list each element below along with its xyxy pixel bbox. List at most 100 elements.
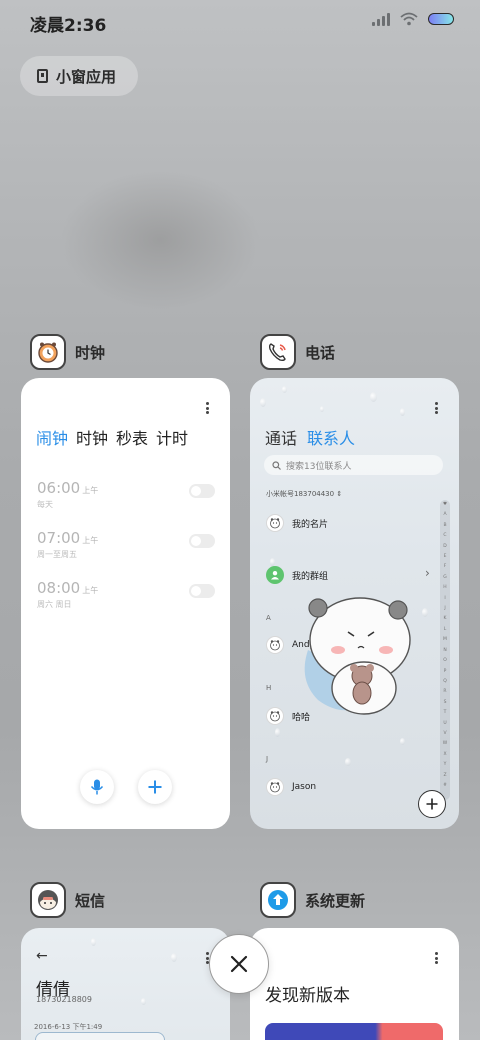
index-letter[interactable]: L xyxy=(444,625,447,635)
tab-timer[interactable]: 计时 xyxy=(156,425,188,449)
section-letter: H xyxy=(266,684,272,692)
more-options-icon[interactable] xyxy=(206,402,210,416)
index-letter[interactable]: F xyxy=(444,562,447,572)
index-letter[interactable]: O xyxy=(443,656,447,666)
index-letter[interactable]: I xyxy=(444,594,445,604)
alarm-toggle[interactable] xyxy=(189,534,215,548)
index-letter[interactable]: N xyxy=(443,646,446,656)
microphone-icon xyxy=(90,779,104,795)
add-alarm-button[interactable] xyxy=(138,770,172,804)
alarm-ampm: 上午 xyxy=(82,586,99,595)
status-bar: 凌晨2:36 xyxy=(0,0,480,40)
section-letter: A xyxy=(266,614,271,622)
alarm-item[interactable]: 06:00 上午 每天 xyxy=(37,479,217,513)
update-app-header[interactable]: 系统更新 xyxy=(260,882,365,918)
account-selector[interactable]: 小米帐号183704430 ⇕ xyxy=(266,489,342,499)
tab-calls[interactable]: 通话 xyxy=(265,425,297,449)
tab-alarm[interactable]: 闹钟 xyxy=(36,425,68,449)
alarm-time: 08:00 xyxy=(37,579,81,597)
index-letter[interactable]: H xyxy=(443,583,446,593)
alarm-item[interactable]: 08:00 上午 周六 周日 xyxy=(37,579,217,613)
index-letter[interactable]: A xyxy=(443,510,446,520)
floating-windows-label: 小窗应用 xyxy=(56,67,117,86)
swap-icon: ⇕ xyxy=(336,490,343,498)
phone-app-header[interactable]: 电话 xyxy=(260,334,335,370)
avatar xyxy=(266,514,284,532)
clock-app-icon xyxy=(30,334,66,370)
system-update-app-card[interactable]: 发现新版本 xyxy=(250,928,459,1040)
index-letter[interactable]: Y xyxy=(444,760,447,770)
index-letter[interactable]: M xyxy=(443,635,447,645)
index-letter[interactable]: U xyxy=(443,719,446,729)
voice-alarm-button[interactable] xyxy=(80,770,114,804)
index-letter[interactable]: D xyxy=(443,542,446,552)
index-letter[interactable]: Q xyxy=(443,677,447,687)
section-letter: J xyxy=(266,755,269,763)
alarm-time: 07:00 xyxy=(37,529,81,547)
list-item[interactable]: 我的群组 xyxy=(266,566,328,584)
index-letter[interactable]: V xyxy=(443,729,446,739)
clock-app-card[interactable]: 闹钟 时钟 秒表 计时 06:00 上午 每天 07:00 上午 周一至周五 0… xyxy=(21,378,230,829)
clock-app-header[interactable]: 时钟 xyxy=(30,334,105,370)
update-banner xyxy=(265,1023,443,1040)
avatar xyxy=(266,778,284,796)
sms-app-header[interactable]: 短信 xyxy=(30,882,105,918)
phone-app-icon xyxy=(260,334,296,370)
tab-clock[interactable]: 时钟 xyxy=(76,425,108,449)
index-letter[interactable]: C xyxy=(443,531,446,541)
index-letter[interactable]: J xyxy=(444,604,445,614)
alarm-ampm: 上午 xyxy=(82,536,99,545)
update-app-name: 系统更新 xyxy=(305,891,366,910)
index-letter[interactable]: R xyxy=(443,687,446,697)
system-update-app-icon xyxy=(260,882,296,918)
index-letter[interactable]: K xyxy=(444,614,447,624)
contact-search-input[interactable]: 搜索13位联系人 xyxy=(264,455,443,475)
phone-app-card[interactable]: 通话 联系人 搜索13位联系人 小米帐号183704430 ⇕ 我的名片 我的群… xyxy=(250,378,459,829)
list-item[interactable]: Jason xyxy=(266,778,316,796)
avatar xyxy=(266,636,284,654)
clock-tabs: 闹钟 时钟 秒表 计时 xyxy=(36,425,188,449)
list-item[interactable]: 我的名片 xyxy=(266,514,328,532)
index-letter[interactable]: B xyxy=(443,521,446,531)
floating-windows-button[interactable]: 小窗应用 xyxy=(20,56,138,96)
index-letter[interactable]: X xyxy=(443,750,446,760)
tab-contacts[interactable]: 联系人 xyxy=(307,425,355,449)
index-letter[interactable]: G xyxy=(443,573,447,583)
tab-stopwatch[interactable]: 秒表 xyxy=(116,425,148,449)
index-letter[interactable]: W xyxy=(443,739,447,749)
alarm-toggle[interactable] xyxy=(189,484,215,498)
avatar xyxy=(266,707,284,725)
group-icon xyxy=(266,566,284,584)
alphabet-index-bar[interactable]: ♥ A B C D E F G H I J K L M N O P Q R S T U V W X Y Z # xyxy=(440,500,450,800)
alarm-days: 每天 xyxy=(37,500,53,509)
conversation-contact-number: 18730218809 xyxy=(36,995,92,1004)
search-placeholder: 搜索13位联系人 xyxy=(286,461,352,472)
index-letter[interactable]: # xyxy=(443,781,447,791)
index-letter[interactable]: ♥ xyxy=(443,500,447,510)
bear-wallpaper-illustration xyxy=(304,597,411,715)
status-time: 凌晨2:36 xyxy=(30,16,107,36)
phone-app-name: 电话 xyxy=(305,343,336,362)
index-letter[interactable]: P xyxy=(444,667,447,677)
background-blur xyxy=(60,170,260,310)
index-letter[interactable]: Z xyxy=(443,771,446,781)
index-letter[interactable]: S xyxy=(444,698,447,708)
battery-icon xyxy=(428,13,454,25)
plus-icon xyxy=(148,780,162,794)
status-icons xyxy=(372,12,454,26)
alarm-toggle[interactable] xyxy=(189,584,215,598)
more-options-icon[interactable] xyxy=(435,952,439,966)
more-options-icon[interactable] xyxy=(435,402,439,416)
chevron-right-icon: › xyxy=(425,566,430,580)
back-arrow-icon[interactable]: ← xyxy=(36,948,48,964)
alarm-item[interactable]: 07:00 上午 周一至周五 xyxy=(37,529,217,563)
clear-all-button[interactable] xyxy=(209,934,269,994)
sms-app-card[interactable]: ← 倩倩 18730218809 2016-6-13 下午1:49 xyxy=(21,928,230,1040)
message-timestamp: 2016-6-13 下午1:49 xyxy=(34,1023,103,1031)
alarm-time: 06:00 xyxy=(37,479,81,497)
wifi-icon xyxy=(400,12,418,26)
index-letter[interactable]: T xyxy=(444,708,447,718)
index-letter[interactable]: E xyxy=(444,552,447,562)
add-contact-button[interactable] xyxy=(418,790,446,818)
messages-app-icon xyxy=(30,882,66,918)
